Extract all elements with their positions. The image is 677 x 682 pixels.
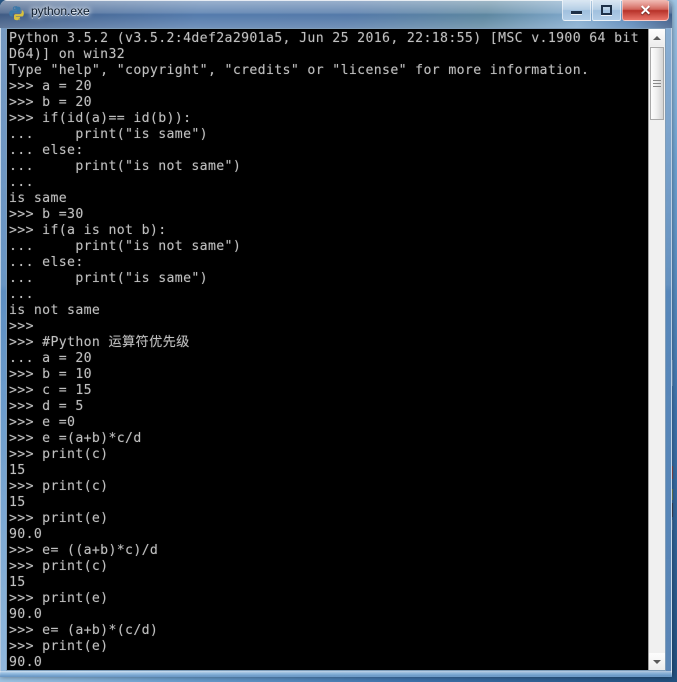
- terminal-text: Python 3.5.2 (v3.5.2:4def2a2901a5, Jun 2…: [9, 31, 648, 670]
- console-client-area: Python 3.5.2 (v3.5.2:4def2a2901a5, Jun 2…: [6, 28, 666, 671]
- window-controls: ✕: [562, 0, 669, 21]
- python-console-window: python.exe ✕ Python 3.5.2 (v3.5.2:4def2a…: [0, 0, 672, 677]
- scrollbar-thumb[interactable]: [650, 47, 664, 120]
- window-bottom-edge: [0, 671, 672, 677]
- window-title: python.exe: [31, 4, 90, 18]
- vertical-scrollbar[interactable]: [648, 29, 665, 670]
- close-button[interactable]: ✕: [622, 0, 669, 21]
- chevron-up-icon: [653, 35, 661, 40]
- scroll-down-arrow-icon[interactable]: [649, 653, 665, 670]
- python-logo-icon: [8, 5, 26, 23]
- terminal-output-area[interactable]: Python 3.5.2 (v3.5.2:4def2a2901a5, Jun 2…: [7, 29, 648, 670]
- scrollbar-grip-icon: [653, 80, 661, 87]
- title-bar[interactable]: python.exe ✕: [0, 0, 672, 28]
- maximize-button[interactable]: [592, 0, 621, 21]
- minimize-icon: [571, 11, 582, 14]
- scroll-up-arrow-icon[interactable]: [649, 29, 665, 46]
- minimize-button[interactable]: [562, 0, 591, 21]
- close-icon: ✕: [639, 2, 652, 18]
- chevron-down-icon: [653, 659, 661, 664]
- maximize-icon: [601, 5, 612, 15]
